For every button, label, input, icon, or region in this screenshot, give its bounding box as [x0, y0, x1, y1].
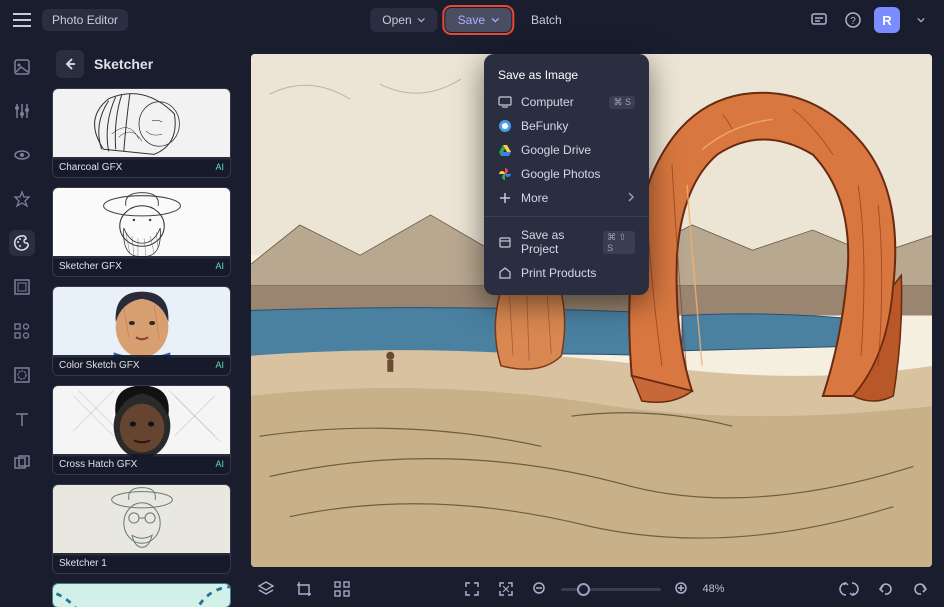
chevron-right-icon [627, 191, 635, 205]
project-icon [498, 235, 512, 249]
rail-adjust-icon[interactable] [9, 98, 35, 124]
help-icon[interactable]: ? [840, 7, 866, 33]
effect-thumb-charcoal[interactable]: Charcoal GFX AI [52, 88, 231, 178]
rail-visibility-icon[interactable] [9, 142, 35, 168]
save-item-print[interactable]: Print Products [484, 261, 649, 285]
save-item-gphotos[interactable]: Google Photos [484, 162, 649, 186]
rail-frames-icon[interactable] [9, 274, 35, 300]
rail-text-icon[interactable] [9, 406, 35, 432]
save-item-label: BeFunky [521, 119, 568, 133]
comments-icon[interactable] [806, 7, 832, 33]
app-title[interactable]: Photo Editor [42, 9, 128, 31]
thumb-label: Sketcher 1 [59, 558, 107, 569]
print-icon [498, 266, 512, 280]
save-item-label: Save as Project [521, 228, 594, 256]
gdrive-icon [498, 143, 512, 157]
svg-text:?: ? [850, 16, 856, 27]
open-button[interactable]: Open [370, 8, 437, 32]
thumb-label: Charcoal GFX [59, 162, 122, 173]
save-label: Save [458, 13, 485, 27]
rail-artsy-icon[interactable] [9, 230, 35, 256]
redo-icon[interactable] [908, 576, 934, 602]
zoom-out-icon[interactable] [526, 576, 552, 602]
compare-icon[interactable] [836, 576, 862, 602]
fullscreen-icon[interactable] [458, 576, 484, 602]
rail-overlays-icon[interactable] [9, 362, 35, 388]
effect-thumb-color-sketch[interactable]: Color Sketch GFX AI [52, 286, 231, 376]
plus-icon [498, 191, 512, 205]
rail-image-icon[interactable] [9, 54, 35, 80]
thumb-label: Cross Hatch GFX [59, 459, 137, 470]
save-item-label: Computer [521, 95, 574, 109]
ai-badge: AI [215, 261, 224, 271]
effect-thumb-cross-hatch[interactable]: Cross Hatch GFX AI [52, 385, 231, 475]
zoom-in-icon[interactable] [668, 576, 694, 602]
batch-label: Batch [531, 13, 562, 27]
save-item-more[interactable]: More [484, 186, 649, 210]
ai-badge: AI [215, 360, 224, 370]
fit-icon[interactable] [492, 576, 518, 602]
user-avatar[interactable]: R [874, 7, 900, 33]
save-item-project[interactable]: Save as Project ⌘ ⇧ S [484, 223, 649, 261]
befunky-icon [498, 119, 512, 133]
thumb-label: Color Sketch GFX [59, 360, 140, 371]
undo-icon[interactable] [872, 576, 898, 602]
menu-divider [484, 216, 649, 217]
back-button[interactable] [56, 50, 84, 78]
rail-textures-icon[interactable] [9, 450, 35, 476]
batch-button[interactable]: Batch [519, 8, 574, 32]
effect-thumb-next[interactable] [52, 583, 231, 607]
chevron-down-icon [418, 16, 426, 24]
save-item-label: More [521, 191, 548, 205]
user-menu-chevron[interactable] [908, 7, 934, 33]
layers-icon[interactable] [253, 576, 279, 602]
effect-thumb-sketcher[interactable]: Sketcher GFX AI [52, 187, 231, 277]
open-label: Open [382, 13, 411, 27]
save-section-image: Save as Image [484, 64, 649, 90]
save-item-label: Google Photos [521, 167, 600, 181]
computer-icon [498, 95, 512, 109]
kbd-shortcut: ⌘ ⇧ S [603, 231, 635, 254]
zoom-percent[interactable]: 48% [702, 583, 724, 595]
menu-icon[interactable] [10, 8, 34, 32]
ai-badge: AI [215, 162, 224, 172]
save-item-computer[interactable]: Computer ⌘ S [484, 90, 649, 114]
crop-icon[interactable] [291, 576, 317, 602]
save-item-befunky[interactable]: BeFunky [484, 114, 649, 138]
ai-badge: AI [215, 459, 224, 469]
effect-thumb-sketcher-1[interactable]: Sketcher 1 [52, 484, 231, 574]
chevron-down-icon [491, 16, 499, 24]
zoom-slider[interactable] [560, 588, 660, 591]
save-button[interactable]: Save [446, 8, 511, 32]
panel-title: Sketcher [94, 56, 153, 72]
save-menu: Save as Image Computer ⌘ S BeFunky Googl… [484, 54, 649, 295]
kbd-shortcut: ⌘ S [609, 96, 635, 109]
save-item-gdrive[interactable]: Google Drive [484, 138, 649, 162]
save-item-label: Print Products [521, 266, 596, 280]
rail-graphics-icon[interactable] [9, 318, 35, 344]
thumb-label: Sketcher GFX [59, 261, 122, 272]
zoom-handle[interactable] [576, 583, 589, 596]
grid-icon[interactable] [329, 576, 355, 602]
gphotos-icon [498, 167, 512, 181]
rail-ai-effects-icon[interactable] [9, 186, 35, 212]
save-item-label: Google Drive [521, 143, 591, 157]
